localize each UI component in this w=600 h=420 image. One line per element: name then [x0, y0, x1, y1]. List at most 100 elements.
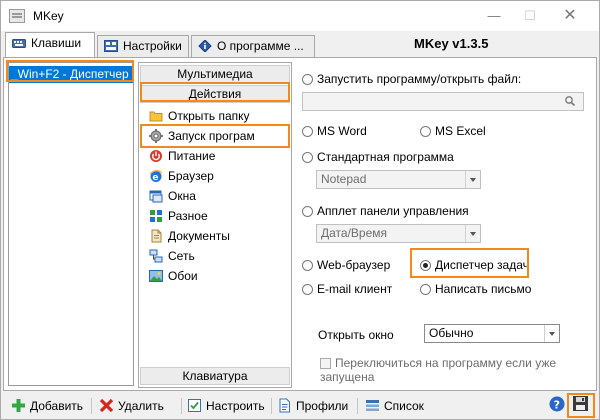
ms-excel-radio[interactable] [420, 126, 431, 137]
group-multimedia[interactable]: Мультимедиа [140, 65, 290, 83]
control-applet-radio[interactable] [302, 206, 313, 217]
category-label: Документы [168, 229, 230, 243]
delete-button-label: Удалить [118, 399, 164, 413]
open-window-value: Обычно [429, 326, 474, 340]
standard-program-radio[interactable] [302, 152, 313, 163]
close-button[interactable]: ✕ [553, 5, 587, 27]
category-browser[interactable]: e Браузер [149, 167, 214, 185]
options-panel: Запустить программу/открыть файл: MS Wor… [298, 58, 596, 390]
chevron-down-icon[interactable] [544, 325, 559, 342]
delete-icon [99, 398, 114, 413]
plus-icon [11, 398, 26, 413]
launch-program-radio[interactable] [302, 74, 313, 85]
open-window-select[interactable]: Обычно [424, 324, 560, 343]
ms-word-label: MS Word [317, 124, 367, 138]
group-keyboard[interactable]: Клавиатура [140, 367, 290, 385]
category-label: Сеть [168, 249, 195, 263]
highlight-launch-programs [140, 124, 290, 148]
highlight-save-button [567, 393, 595, 418]
control-applet-option[interactable]: Апплет панели управления [302, 204, 469, 218]
ms-excel-option[interactable]: MS Excel [420, 124, 486, 138]
control-applet-label: Апплет панели управления [317, 204, 469, 218]
wallpaper-icon [149, 269, 163, 283]
tab-settings-label: Настройки [123, 39, 182, 53]
tab-settings[interactable]: Настройки [97, 35, 189, 57]
ms-excel-label: MS Excel [435, 124, 486, 138]
app-icon [9, 9, 25, 23]
delete-button[interactable]: Удалить [99, 397, 164, 415]
toolbar-separator [271, 398, 272, 414]
category-misc[interactable]: Разное [149, 207, 208, 225]
folder-icon [149, 109, 163, 123]
category-network[interactable]: Сеть [149, 247, 195, 265]
write-email-radio[interactable] [420, 284, 431, 295]
category-open-folder[interactable]: Открыть папку [149, 107, 250, 125]
applet-select[interactable]: Дата/Время [316, 224, 481, 243]
chevron-down-icon[interactable] [465, 225, 480, 242]
switch-if-running-label: Переключиться на программу если уже запу… [320, 356, 557, 384]
help-button[interactable]: ? [549, 396, 569, 414]
category-label: Обои [168, 269, 198, 283]
tab-about-label: О программе ... [217, 39, 304, 53]
checklist-icon [187, 398, 202, 413]
category-windows[interactable]: Окна [149, 187, 196, 205]
standard-program-label: Стандартная программа [317, 150, 454, 164]
standard-program-value: Notepad [321, 172, 367, 186]
email-client-radio[interactable] [302, 284, 313, 295]
standard-program-select[interactable]: Notepad [316, 170, 481, 189]
maximize-button[interactable]: ☐ [513, 5, 547, 27]
toolbar-separator [357, 398, 358, 414]
write-email-option[interactable]: Написать письмо [420, 282, 531, 296]
switch-if-running-option[interactable]: Переключиться на программу если уже запу… [320, 356, 560, 384]
tab-keys[interactable]: Клавиши [5, 32, 95, 57]
email-client-label: E-mail клиент [317, 282, 393, 296]
network-icon [149, 249, 163, 263]
email-client-option[interactable]: E-mail клиент [302, 282, 392, 296]
add-button-label: Добавить [30, 399, 84, 413]
applet-value: Дата/Время [321, 226, 388, 240]
switch-if-running-checkbox[interactable] [320, 358, 331, 369]
chevron-down-icon[interactable] [465, 171, 480, 188]
version-label: MKey v1.3.5 [414, 36, 489, 51]
toolbar-separator [181, 398, 182, 414]
launch-program-option[interactable]: Запустить программу/открыть файл: [302, 72, 521, 86]
category-label: Открыть папку [168, 109, 250, 123]
category-label: Окна [168, 189, 196, 203]
standard-program-option[interactable]: Стандартная программа [302, 150, 454, 164]
category-wallpaper[interactable]: Обои [149, 267, 198, 285]
browser-icon: e [149, 169, 163, 183]
category-label: Питание [168, 149, 216, 163]
minimize-button[interactable]: — [477, 5, 511, 27]
tab-about[interactable]: О программе ... [191, 35, 315, 57]
document-icon [277, 398, 292, 413]
program-path-field[interactable] [302, 92, 584, 111]
category-documents[interactable]: Документы [149, 227, 230, 245]
launch-program-label: Запустить программу/открыть файл: [317, 72, 522, 86]
web-browser-option[interactable]: Web-браузер [302, 258, 390, 272]
configure-button-label: Настроить [206, 399, 265, 413]
highlight-hotkey-item [6, 60, 134, 82]
open-window-label: Открыть окно [318, 328, 394, 342]
title-bar: MKey — ☐ ✕ [1, 1, 599, 31]
hotkey-list[interactable]: _Win+F2 - Диспетчер задач [8, 62, 134, 386]
highlight-task-manager [410, 248, 529, 278]
help-icon: ? [549, 396, 565, 412]
add-button[interactable]: Добавить [11, 397, 83, 415]
ms-word-radio[interactable] [302, 126, 313, 137]
documents-icon [149, 229, 163, 243]
window-title: MKey [33, 9, 64, 23]
svg-text:?: ? [554, 399, 560, 412]
web-browser-label: Web-браузер [317, 258, 391, 272]
ms-word-option[interactable]: MS Word [302, 124, 367, 138]
web-browser-radio[interactable] [302, 260, 313, 271]
category-power[interactable]: Питание [149, 147, 215, 165]
settings-icon [104, 40, 118, 52]
misc-icon [149, 209, 163, 223]
windows-icon [149, 189, 163, 203]
info-icon [198, 39, 212, 53]
tab-bar: Клавиши Настройки О программе ... [1, 31, 599, 57]
list-button[interactable]: Список [365, 397, 424, 415]
profiles-button[interactable]: Профили [277, 397, 348, 415]
configure-button[interactable]: Настроить [187, 397, 265, 415]
browse-search-icon[interactable] [564, 95, 576, 110]
